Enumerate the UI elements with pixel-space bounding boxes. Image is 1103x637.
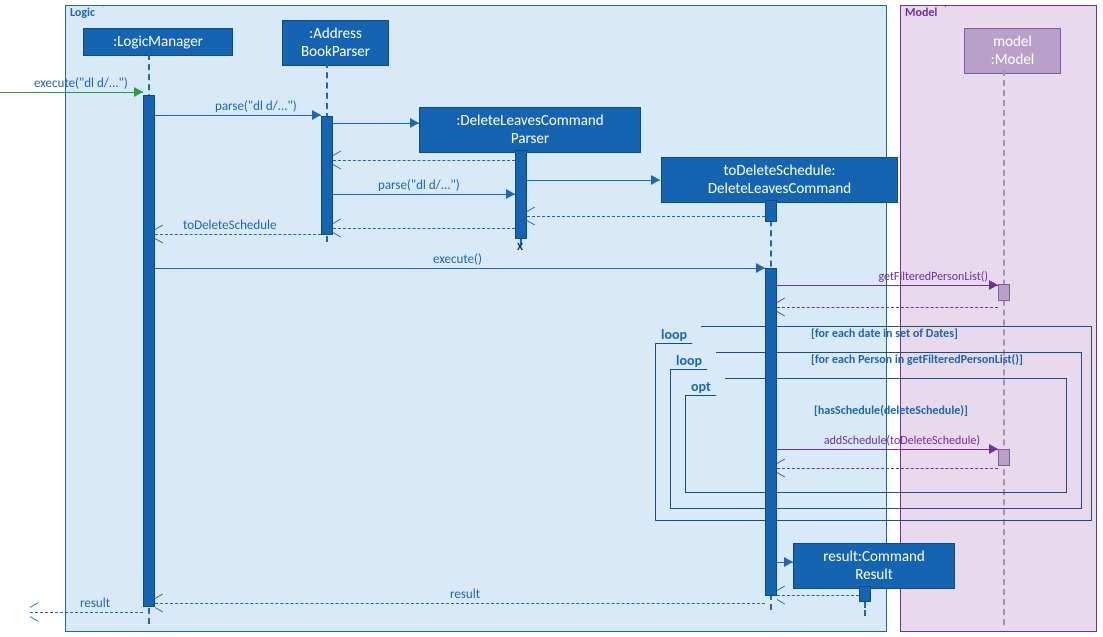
lifeline-head-logicmanager: :LogicManager — [83, 28, 233, 56]
activation-model-gfpl — [998, 284, 1010, 301]
activation-dlc-create — [765, 200, 777, 222]
frame-model-label: Model — [900, 5, 946, 22]
activation-dlc-exec — [765, 268, 777, 596]
activation-model-add — [998, 449, 1010, 466]
activation-cr — [859, 586, 871, 602]
activation-lm — [143, 95, 155, 607]
activation-abp — [321, 116, 333, 235]
lifeline-head-deleteleavescommand: toDeleteSchedule: DeleteLeavesCommand — [661, 157, 898, 203]
destroy-icon: X — [517, 240, 523, 253]
frame-logic: Logic — [65, 5, 887, 632]
lifeline-head-deleteleavescommandparser: :DeleteLeavesCommand Parser — [419, 107, 641, 153]
activation-dlcp — [515, 150, 527, 239]
lifeline-head-addressbookparser: :Address BookParser — [282, 20, 389, 66]
lifeline-head-commandresult: result:Command Result — [793, 543, 955, 589]
frame-model: Model — [900, 5, 1097, 632]
lifeline-head-model: model :Model — [964, 28, 1061, 74]
frame-logic-label: Logic — [65, 5, 104, 22]
